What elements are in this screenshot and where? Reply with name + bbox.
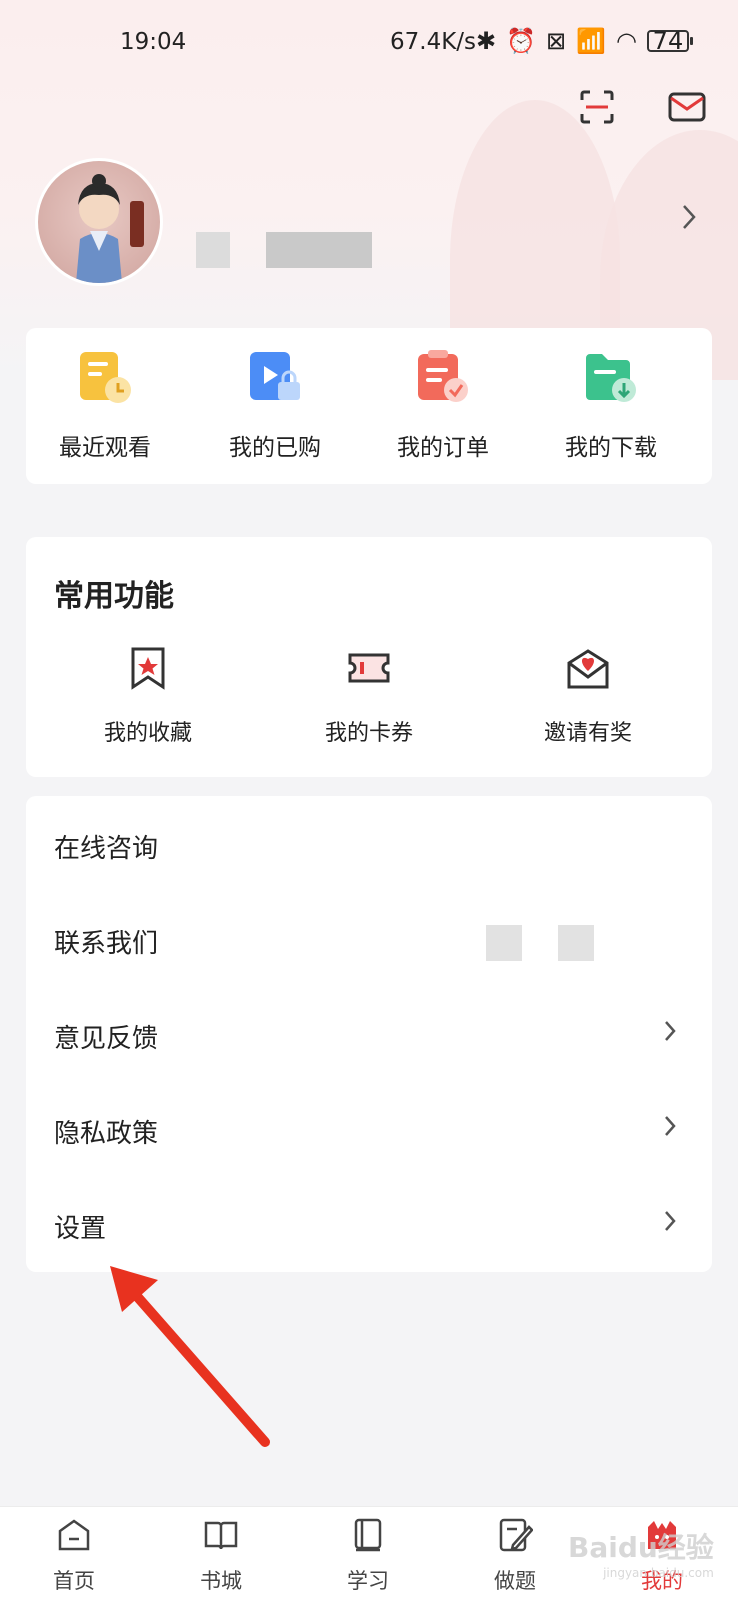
download-icon — [586, 354, 636, 402]
nav-label: 做题 — [494, 1569, 536, 1593]
menu-row-online-consult[interactable]: 在线咨询 — [26, 796, 712, 891]
status-time: 19:04 — [120, 29, 187, 55]
quick-item-purchased[interactable]: 我的已购 — [200, 348, 350, 462]
username-masked-2 — [266, 232, 372, 268]
contact-masked — [486, 925, 522, 961]
common-item-label: 我的收藏 — [103, 721, 192, 746]
network-speed: 67.4K/s — [390, 29, 477, 55]
nav-label: 书城 — [200, 1569, 242, 1593]
quick-item-recent[interactable]: 最近观看 — [30, 348, 180, 462]
chevron-right-icon — [665, 1116, 676, 1136]
watermark: Baidu经验 jingyan.baidu.com — [568, 1526, 714, 1580]
menu-label: 设置 — [54, 1214, 107, 1244]
scan-icon[interactable] — [580, 90, 614, 124]
wifi-icon: ◠ — [616, 27, 637, 55]
username-masked — [196, 232, 230, 268]
watermark-main: Baidu经验 — [568, 1531, 714, 1564]
alarm-icon: ⏰ — [506, 27, 536, 55]
menu-label: 在线咨询 — [54, 834, 159, 864]
menu-row-privacy[interactable]: 隐私政策 — [26, 1081, 712, 1176]
recent-view-icon — [80, 352, 131, 403]
quick-item-downloads[interactable]: 我的下载 — [536, 348, 686, 462]
annotation-arrow-icon — [110, 1266, 270, 1447]
nav-label: 学习 — [347, 1569, 389, 1593]
menu-label: 意见反馈 — [54, 1024, 159, 1054]
quick-item-label: 我的订单 — [397, 435, 489, 461]
common-item-favorites[interactable]: 我的收藏 — [58, 645, 238, 747]
status-bar: 19:04 67.4K/s ✱ ⏰ ⊠ 📶 ◠ 74 — [0, 0, 738, 84]
chevron-right-icon — [665, 1021, 676, 1041]
menu-list-card: 在线咨询 联系我们 意见反馈 隐私政策 设置 — [26, 796, 712, 1272]
battery-level: 74 — [652, 27, 684, 55]
signal-icon: 📶 — [576, 27, 606, 55]
menu-label: 联系我们 — [54, 929, 159, 959]
quick-item-label: 我的已购 — [229, 435, 321, 461]
study-icon — [354, 1518, 382, 1552]
common-item-label: 邀请有奖 — [543, 721, 632, 746]
book-icon — [204, 1521, 238, 1550]
avatar[interactable] — [35, 158, 163, 286]
common-item-coupons[interactable]: 我的卡券 — [279, 645, 459, 747]
nav-item-bookstore[interactable]: 书城 — [171, 1517, 271, 1595]
common-item-label: 我的卡券 — [324, 721, 413, 746]
common-item-invite[interactable]: 邀请有奖 — [498, 645, 678, 747]
menu-label: 隐私政策 — [54, 1119, 159, 1149]
common-functions-card: 常用功能 我的收藏 我的卡券 邀请有奖 — [26, 537, 712, 777]
bluetooth-icon: ✱ — [476, 27, 497, 55]
menu-row-feedback[interactable]: 意见反馈 — [26, 986, 712, 1081]
nav-item-study[interactable]: 学习 — [318, 1517, 418, 1595]
message-icon[interactable] — [668, 92, 706, 122]
quick-item-label: 我的下载 — [565, 435, 657, 461]
sim-off-icon: ⊠ — [546, 27, 567, 55]
quick-item-orders[interactable]: 我的订单 — [368, 348, 518, 462]
quick-item-label: 最近观看 — [59, 435, 151, 461]
profile-chevron-icon[interactable] — [682, 204, 696, 230]
purchased-icon — [250, 352, 300, 400]
quick-actions-card: 最近观看 我的已购 我的订单 我的下载 — [26, 328, 712, 484]
chevron-right-icon — [665, 1211, 676, 1231]
order-icon — [418, 350, 468, 402]
home-icon — [58, 1519, 90, 1551]
menu-row-contact[interactable]: 联系我们 — [26, 891, 712, 986]
coupon-icon — [348, 653, 390, 683]
nav-label: 首页 — [53, 1569, 95, 1593]
section-title: 常用功能 — [54, 579, 174, 614]
nav-item-exercise[interactable]: 做题 — [465, 1517, 565, 1595]
watermark-sub: jingyan.baidu.com — [603, 1566, 714, 1580]
contact-masked-2 — [558, 925, 594, 961]
battery-icon: 74 — [646, 27, 693, 55]
exercise-icon — [499, 1518, 534, 1552]
nav-item-home[interactable]: 首页 — [24, 1517, 124, 1595]
menu-row-settings[interactable]: 设置 — [26, 1176, 712, 1271]
invite-icon — [567, 649, 609, 689]
favorite-icon — [131, 647, 165, 690]
